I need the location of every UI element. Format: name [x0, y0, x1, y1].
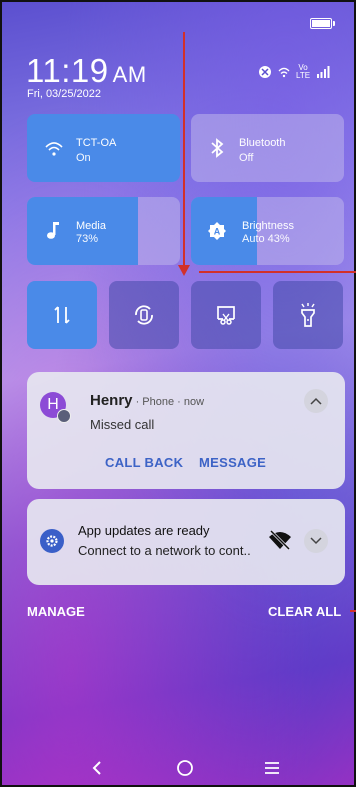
missed-call-notification[interactable]: H Henry · Phone · now Missed call CALL B… — [27, 372, 345, 489]
manage-button[interactable]: MANAGE — [27, 604, 85, 619]
wifi-icon — [45, 142, 63, 156]
bluetooth-tile[interactable]: Bluetooth Off — [191, 114, 344, 182]
svg-text:A: A — [214, 227, 221, 237]
wifi-off-icon — [269, 529, 291, 551]
brightness-tile-level: Auto 43% — [242, 233, 290, 245]
clear-all-button[interactable]: CLEAR ALL — [268, 604, 341, 619]
status-icons: Vo LTE — [258, 64, 330, 80]
bluetooth-tile-status: Off — [239, 152, 254, 164]
home-icon[interactable] — [176, 759, 194, 777]
mobile-data-icon — [54, 306, 70, 324]
notification-title: App updates are ready — [78, 523, 210, 538]
nfc-icon — [259, 66, 271, 78]
bluetooth-icon — [211, 138, 224, 158]
date[interactable]: Fri, 03/25/2022 — [27, 88, 101, 100]
bluetooth-tile-title: Bluetooth — [239, 137, 286, 149]
notification-body: Missed call — [90, 417, 155, 432]
back-icon[interactable] — [91, 760, 103, 776]
phone-badge-icon — [57, 409, 71, 423]
media-tile-title: Media — [76, 220, 106, 232]
media-tile-level: 73% — [76, 233, 99, 245]
notification-header: Henry · Phone · now — [90, 392, 204, 409]
brightness-slider[interactable]: A Brightness Auto 43% — [191, 197, 344, 265]
settings-gear-icon — [40, 529, 64, 553]
annotation-arrowhead-down — [178, 265, 190, 276]
flashlight-icon — [301, 303, 315, 327]
menu-icon[interactable] — [264, 761, 280, 775]
music-note-icon — [47, 222, 59, 239]
caller-name: Henry — [90, 392, 133, 409]
call-back-button[interactable]: CALL BACK — [105, 455, 183, 470]
media-volume-slider[interactable]: Media 73% — [27, 197, 180, 265]
wifi-status-icon — [278, 67, 290, 77]
annotation-line-horizontal — [199, 271, 356, 273]
notification-body: Connect to a network to cont.. — [78, 543, 251, 558]
chevron-down-icon — [310, 537, 322, 545]
brightness-icon: A — [208, 222, 226, 240]
clock[interactable]: 11:19 AM — [26, 52, 147, 90]
annotation-arrow-vertical — [183, 32, 185, 272]
wifi-tile-status: On — [76, 152, 91, 164]
volte-label: Vo LTE — [296, 63, 311, 80]
wifi-tile[interactable]: TCT-OA On — [27, 114, 180, 182]
collapse-button[interactable] — [304, 389, 328, 413]
screenshot-icon — [217, 306, 235, 325]
clock-time: 11:19 — [26, 52, 109, 89]
annotation-line-clear-all — [350, 610, 356, 612]
wifi-tile-title: TCT-OA — [76, 137, 117, 149]
auto-rotate-toggle[interactable] — [109, 281, 179, 349]
auto-rotate-icon — [135, 305, 153, 325]
message-button[interactable]: MESSAGE — [199, 455, 266, 470]
expand-button[interactable] — [304, 529, 328, 553]
mobile-data-toggle[interactable] — [27, 281, 97, 349]
screenshot-toggle[interactable] — [191, 281, 261, 349]
app-updates-notification[interactable]: App updates are ready Connect to a netwo… — [27, 499, 345, 585]
signal-icon — [317, 66, 330, 78]
notification-meta: · Phone · now — [132, 396, 205, 408]
clock-ampm: AM — [112, 62, 147, 87]
battery-icon — [310, 18, 335, 29]
flashlight-toggle[interactable] — [273, 281, 343, 349]
brightness-tile-title: Brightness — [242, 220, 294, 232]
chevron-up-icon — [310, 397, 322, 405]
